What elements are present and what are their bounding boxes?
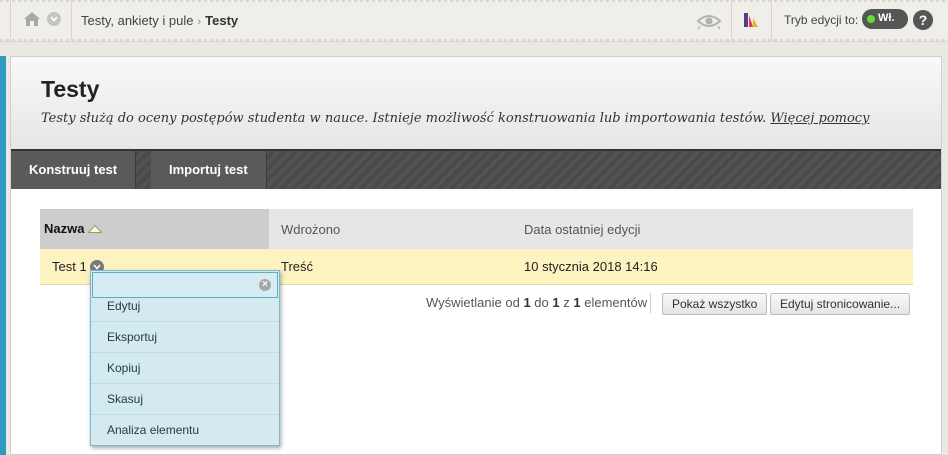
home-menu[interactable]	[10, 0, 72, 42]
close-icon[interactable]: ×	[259, 279, 271, 291]
action-bar: Konstruuj test Importuj test	[11, 149, 941, 189]
left-accent-bar	[0, 56, 6, 455]
paging-suffix: elementów	[584, 295, 648, 310]
bottom-dashed-border	[0, 39, 948, 41]
toolbar-divider	[731, 0, 732, 42]
item-last-edited: 10 stycznia 2018 14:16	[524, 259, 658, 274]
show-all-button[interactable]: Pokaż wszystko	[662, 293, 768, 315]
page-title: Testy	[41, 76, 100, 102]
student-preview-eye-icon[interactable]	[696, 11, 722, 31]
theme-colors-icon[interactable]	[743, 12, 759, 28]
menu-item-copy[interactable]: Kopiuj	[91, 353, 279, 384]
item-name-link[interactable]: Test 1	[52, 259, 87, 274]
breadcrumb-separator: ›	[197, 16, 202, 28]
item-deployed: Treść	[281, 259, 314, 274]
paging-from: 1	[523, 295, 531, 310]
menu-item-export[interactable]: Eksportuj	[91, 322, 279, 353]
menu-item-edit[interactable]: Edytuj	[91, 291, 279, 322]
edit-mode-toggle[interactable]: Wł.	[862, 9, 908, 29]
edit-mode-state: Wł.	[878, 12, 895, 24]
page-description: Testy służą do oceny postępów studenta w…	[41, 111, 869, 126]
paging-to: 1	[552, 295, 560, 310]
edit-paging-button[interactable]: Edytuj stronicowanie...	[770, 293, 911, 315]
breadcrumb-current: Testy	[205, 13, 239, 28]
paging-to-word: do	[534, 295, 549, 310]
column-header-last-edited[interactable]: Data ostatniej edycji	[524, 222, 640, 237]
item-context-menu: × Edytuj Eksportuj Kopiuj Skasuj Analiza…	[90, 270, 280, 446]
help-button[interactable]: ?	[913, 10, 933, 30]
breadcrumb: Testy, ankiety i pule › Testy	[81, 13, 238, 28]
menu-item-delete[interactable]: Skasuj	[91, 384, 279, 415]
paging-status: Wyświetlanie od 1 do 1 z 1 elementów	[426, 295, 647, 310]
page-header: Testy Testy służą do oceny postępów stud…	[11, 57, 941, 149]
paging-divider	[650, 293, 651, 313]
build-test-button[interactable]: Konstruuj test	[11, 151, 137, 189]
table-header: Nazwa Wdrożono Data ostatniej edycji	[40, 209, 913, 249]
toggle-on-indicator	[867, 15, 875, 23]
paging-prefix: Wyświetlanie od	[426, 295, 520, 310]
column-header-name[interactable]: Nazwa	[40, 209, 269, 249]
import-test-button[interactable]: Importuj test	[151, 151, 267, 189]
paging-total: 1	[573, 295, 581, 310]
paging-of-word: z	[563, 295, 570, 310]
column-header-name-label: Nazwa	[44, 221, 85, 236]
chevron-down-icon[interactable]	[47, 12, 61, 26]
column-header-deployed[interactable]: Wdrożono	[281, 222, 340, 237]
menu-item-item-analysis[interactable]: Analiza elementu	[91, 415, 279, 446]
more-help-link[interactable]: Więcej pomocy	[770, 111, 869, 126]
edit-mode-label: Tryb edycji to:	[784, 13, 859, 27]
breadcrumb-parent-link[interactable]: Testy, ankiety i pule	[81, 13, 193, 28]
sort-ascending-icon[interactable]	[88, 225, 102, 233]
page-description-text: Testy służą do oceny postępów studenta w…	[41, 111, 767, 126]
top-navigation-bar: Testy, ankiety i pule › Testy Tryb edycji …	[0, 0, 948, 42]
toolbar-divider	[771, 0, 772, 42]
home-icon[interactable]	[23, 11, 41, 27]
top-dashed-border	[0, 0, 948, 2]
